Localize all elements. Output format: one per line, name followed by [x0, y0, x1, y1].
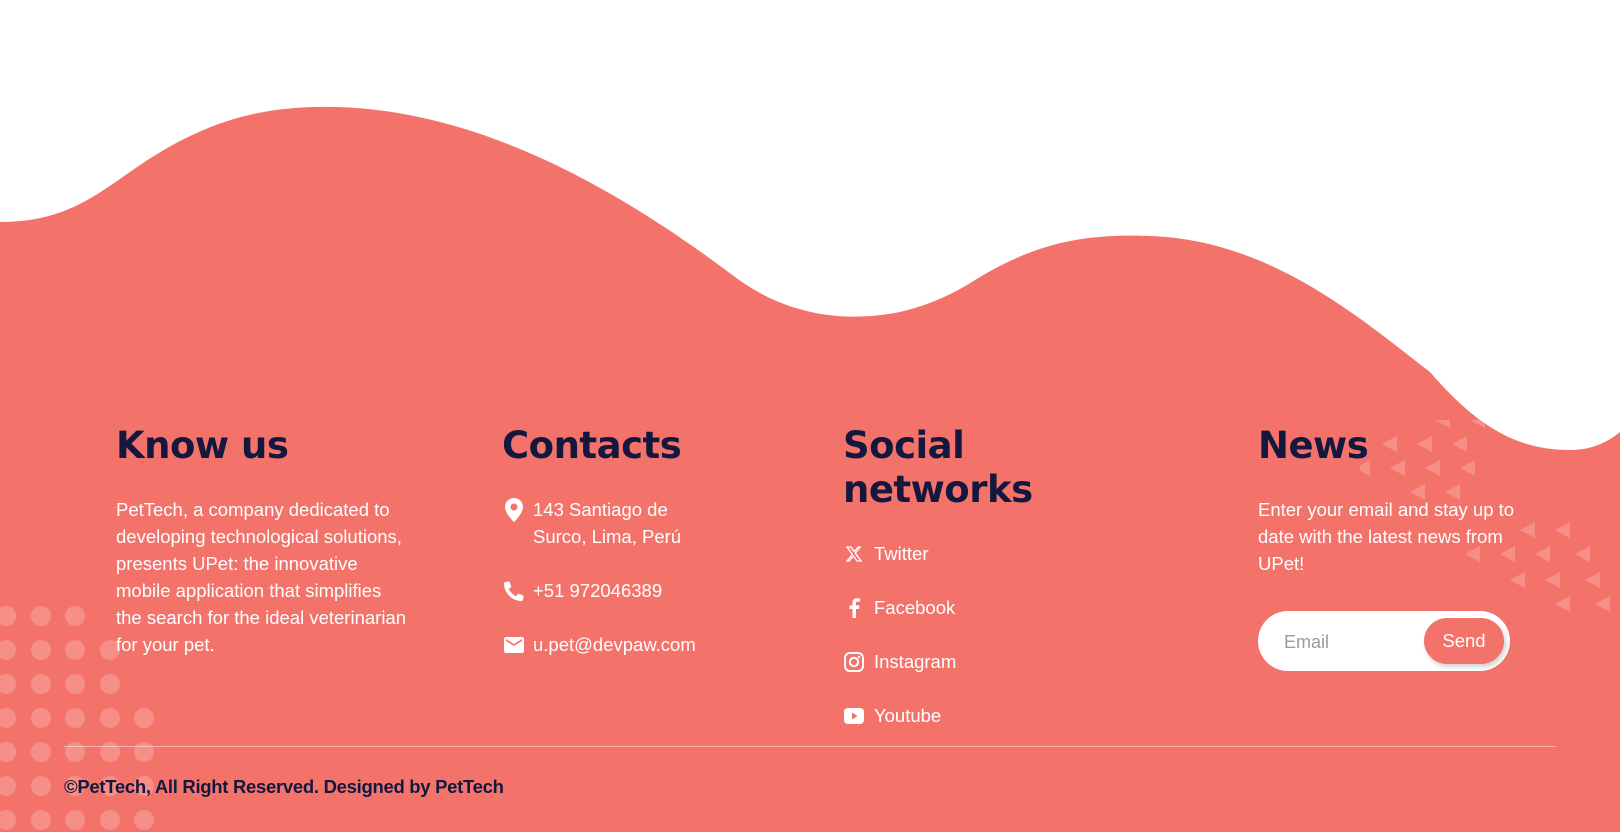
social-networks-section: Social networks Twitter Facebook Instagr…	[843, 424, 1163, 729]
contacts-title: Contacts	[502, 424, 682, 467]
social-link-twitter[interactable]: Twitter	[843, 540, 1163, 567]
contacts-list: 143 Santiago de Surco, Lima, Perú +51 97…	[502, 496, 802, 658]
send-button[interactable]: Send	[1424, 618, 1504, 664]
social-link-facebook[interactable]: Facebook	[843, 594, 1163, 621]
social-networks-title: Social networks	[843, 424, 1033, 511]
news-description: Enter your email and stay up to date wit…	[1258, 499, 1515, 574]
email-input[interactable]	[1282, 625, 1426, 659]
footer-wave-background	[0, 106, 1620, 832]
copyright-text: ©PetTech, All Right Reserved. Designed b…	[64, 776, 504, 797]
x-twitter-icon	[843, 540, 865, 567]
news-title: News	[1258, 424, 1369, 467]
newsletter-form: Send	[1258, 611, 1510, 671]
know-us-title: Know us	[116, 424, 289, 467]
phone-icon	[502, 577, 526, 604]
social-label-instagram: Instagram	[874, 651, 957, 672]
social-list: Twitter Facebook Instagram Youtube	[843, 540, 1163, 729]
youtube-icon	[843, 702, 865, 729]
social-label-twitter: Twitter	[874, 543, 929, 564]
mail-icon	[502, 631, 526, 658]
location-pin-icon	[502, 496, 526, 523]
contacts-section: Contacts 143 Santiago de Surco, Lima, Pe…	[502, 424, 802, 658]
footer-divider	[64, 746, 1556, 747]
know-us-description: PetTech, a company dedicated to developi…	[116, 499, 407, 655]
facebook-icon	[843, 594, 865, 621]
contact-address-text: 143 Santiago de Surco, Lima, Perú	[533, 499, 682, 547]
contact-address: 143 Santiago de Surco, Lima, Perú	[502, 496, 722, 550]
instagram-icon	[843, 648, 865, 675]
contact-email[interactable]: u.pet@devpaw.com	[502, 631, 802, 658]
contact-email-text: u.pet@devpaw.com	[533, 634, 696, 655]
know-us-section: Know us PetTech, a company dedicated to …	[116, 424, 406, 658]
social-label-facebook: Facebook	[874, 597, 956, 618]
news-section: News Enter your email and stay up to dat…	[1258, 424, 1528, 671]
social-link-instagram[interactable]: Instagram	[843, 648, 1163, 675]
contact-phone-text: +51 972046389	[533, 580, 663, 601]
social-link-youtube[interactable]: Youtube	[843, 702, 1163, 729]
social-label-youtube: Youtube	[874, 705, 942, 726]
contact-phone[interactable]: +51 972046389	[502, 577, 802, 604]
